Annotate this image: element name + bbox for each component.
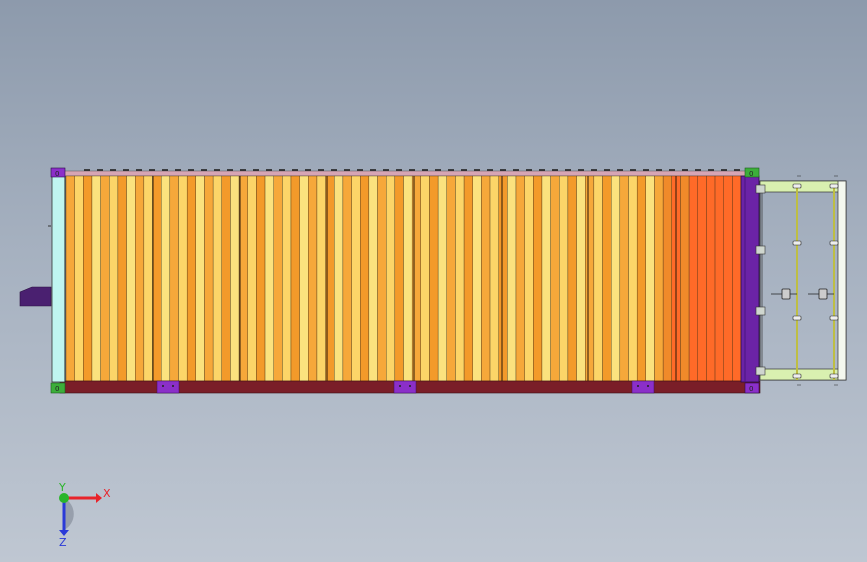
rack-fasteners [792, 183, 839, 379]
side-slat [186, 175, 196, 382]
corner-mark-tr: 0 [749, 170, 753, 178]
corner-mark-tl: 0 [55, 170, 59, 178]
side-slat [161, 175, 171, 382]
side-slat [723, 175, 733, 382]
side-slat [437, 175, 447, 382]
side-slat [256, 175, 266, 382]
side-slat [204, 175, 214, 382]
side-slat [585, 175, 595, 382]
side-slat [195, 175, 205, 382]
side-slat [533, 175, 543, 382]
side-slat [619, 175, 629, 382]
side-slat [360, 175, 370, 382]
side-slat [455, 175, 465, 382]
side-slat [135, 175, 145, 382]
side-slat [524, 175, 534, 382]
side-slat [420, 175, 430, 382]
side-slat [109, 175, 119, 382]
y-axis-dot [59, 493, 69, 503]
side-slat [446, 175, 456, 382]
side-slat [299, 175, 309, 382]
side-slat [515, 175, 525, 382]
container-top-rail [59, 170, 747, 177]
side-slat [334, 175, 344, 382]
side-slat [394, 175, 404, 382]
forklift-pocket-2 [393, 380, 417, 394]
side-slat [351, 175, 361, 382]
hitch-plate [19, 286, 52, 307]
side-slat [559, 175, 569, 382]
corner-mark-br: 0 [749, 385, 753, 393]
side-slat [386, 175, 396, 382]
side-slat [264, 175, 274, 382]
side-slat [282, 175, 292, 382]
rack-small-marks [797, 175, 838, 386]
side-slat [472, 175, 482, 382]
side-slat [152, 175, 162, 382]
side-slat [247, 175, 257, 382]
side-slat [308, 175, 318, 382]
side-slat [221, 175, 231, 382]
side-slat [463, 175, 473, 382]
side-slat [628, 175, 638, 382]
corner-mark-bl: 0 [55, 385, 59, 393]
side-slat [611, 175, 621, 382]
side-slat [74, 175, 84, 382]
side-slat [688, 175, 698, 382]
side-slat [489, 175, 499, 382]
side-slat [403, 175, 413, 382]
side-slat [507, 175, 517, 382]
side-slat [567, 175, 577, 382]
container-top-view: 0 0 0 0 [19, 167, 847, 394]
side-slat [680, 175, 690, 382]
side-slat [593, 175, 603, 382]
side-slat [602, 175, 612, 382]
side-slat [169, 175, 179, 382]
side-slat [377, 175, 387, 382]
side-slat [368, 175, 378, 382]
side-slat [481, 175, 491, 382]
side-slat [697, 175, 707, 382]
side-slat [550, 175, 560, 382]
side-slat [429, 175, 439, 382]
container-side-slats [65, 175, 742, 382]
side-slat [143, 175, 153, 382]
side-slat [230, 175, 240, 382]
side-slat [498, 175, 508, 382]
x-axis-label: X [103, 487, 111, 500]
coordinate-triad: X Y Z [58, 481, 111, 549]
side-slat [117, 175, 127, 382]
side-slat [126, 175, 136, 382]
z-axis-label: Z [59, 536, 67, 549]
forklift-pocket-1 [156, 380, 180, 394]
side-slat [411, 175, 421, 382]
forklift-pocket-3 [631, 380, 655, 394]
rack-center-brackets [771, 288, 834, 300]
side-slat [714, 175, 724, 382]
left-end-panel [51, 175, 66, 383]
side-slat [290, 175, 300, 382]
right-end-door-panel [740, 175, 760, 383]
side-slat [100, 175, 110, 382]
side-rack-frame [759, 180, 847, 381]
side-slat [65, 175, 75, 382]
y-axis-label: Y [58, 481, 66, 494]
side-slat [83, 175, 93, 382]
side-slat [645, 175, 655, 382]
cad-viewport[interactable]: 0 0 0 0 X Y Z [0, 0, 867, 562]
side-slat [273, 175, 283, 382]
side-slat [541, 175, 551, 382]
side-slat [316, 175, 326, 382]
side-slat [342, 175, 352, 382]
side-slat [662, 175, 672, 382]
side-slat [212, 175, 222, 382]
side-slat [636, 175, 646, 382]
x-axis-head [96, 493, 102, 503]
side-slat [706, 175, 716, 382]
side-slat [654, 175, 664, 382]
side-slat [178, 175, 188, 382]
side-slat [732, 175, 742, 382]
side-slat [91, 175, 101, 382]
side-slat [576, 175, 586, 382]
